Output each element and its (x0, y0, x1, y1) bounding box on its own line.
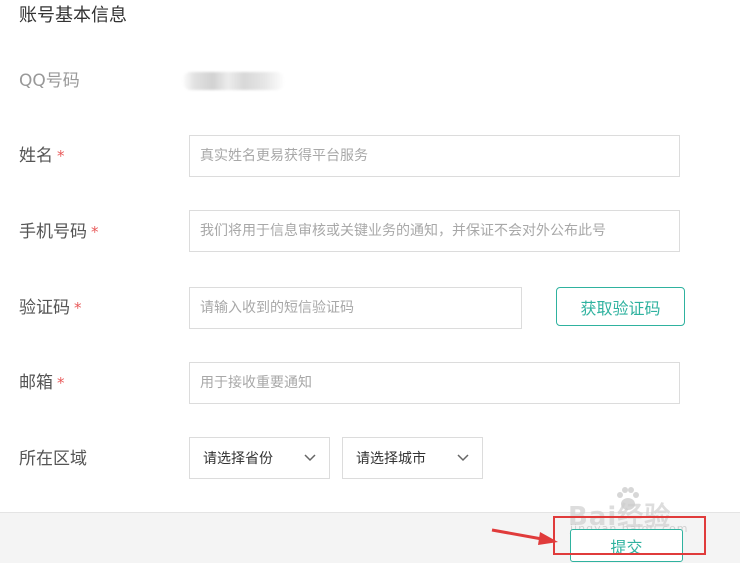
required-mark: * (91, 223, 99, 241)
required-mark: * (74, 299, 82, 317)
required-mark: * (57, 374, 65, 392)
paw-icon (617, 487, 639, 510)
email-label-row: 邮箱 * (19, 371, 65, 395)
province-select[interactable]: 请选择省份 (189, 437, 330, 479)
phone-label: 手机号码 (19, 222, 87, 242)
province-select-value: 请选择省份 (203, 451, 273, 467)
email-input[interactable] (190, 363, 679, 403)
arrow-icon (491, 528, 558, 545)
code-label: 验证码 (19, 298, 70, 318)
name-field-box (189, 135, 680, 177)
code-field-box (189, 287, 522, 329)
chevron-down-icon (304, 454, 316, 462)
region-label: 所在区域 (19, 449, 87, 469)
name-label: 姓名 (19, 146, 53, 166)
city-select[interactable]: 请选择城市 (342, 437, 483, 479)
section-title: 账号基本信息 (19, 5, 127, 26)
chevron-down-icon (457, 454, 469, 462)
code-input[interactable] (190, 288, 521, 328)
phone-input[interactable] (190, 211, 679, 251)
phone-label-row: 手机号码 * (19, 220, 99, 244)
highlight-box (553, 516, 706, 555)
name-input[interactable] (190, 136, 679, 176)
required-mark: * (57, 147, 65, 165)
name-label-row: 姓名 * (19, 144, 65, 168)
qq-label: QQ号码 (19, 71, 80, 91)
email-field-box (189, 362, 680, 404)
qq-value-blurred (182, 72, 285, 90)
phone-field-box (189, 210, 680, 252)
city-select-value: 请选择城市 (356, 451, 426, 467)
code-label-row: 验证码 * (19, 296, 82, 320)
get-code-button[interactable]: 获取验证码 (556, 287, 685, 326)
email-label: 邮箱 (19, 373, 53, 393)
